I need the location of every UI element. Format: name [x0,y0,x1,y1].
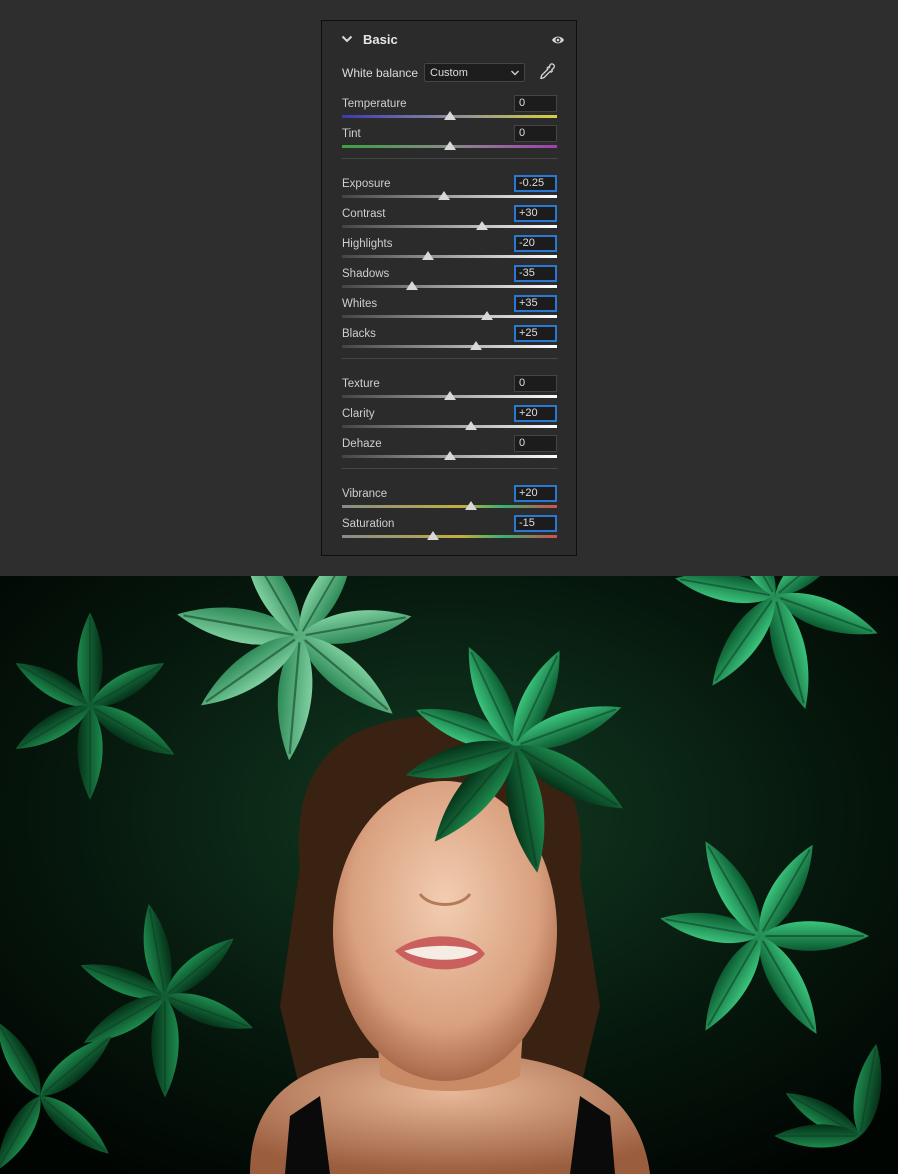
contrast-thumb[interactable] [475,221,488,230]
saturation-label: Saturation [342,518,395,530]
vibrance-value-input[interactable]: +20 [514,485,557,502]
exposure-thumb[interactable] [438,191,451,200]
saturation-thumb[interactable] [427,531,440,540]
highlights-thumb[interactable] [422,251,434,260]
chevron-down-icon[interactable] [340,32,354,46]
clarity-slider[interactable]: Clarity +20 [342,405,558,436]
highlights-track[interactable] [342,255,557,258]
texture-slider[interactable]: Texture 0 [342,375,558,406]
dehaze-slider[interactable]: Dehaze 0 [342,435,558,466]
blacks-thumb[interactable] [470,341,483,350]
tint-label: Tint [342,128,361,140]
contrast-label: Contrast [342,208,386,220]
exposure-label: Exposure [342,178,391,190]
contrast-track[interactable] [342,225,557,228]
section-divider [342,158,558,159]
highlights-label: Highlights [342,238,393,250]
whites-label: Whites [342,298,378,310]
contrast-value-input[interactable]: +30 [514,205,557,222]
dehaze-thumb[interactable] [443,451,456,460]
whites-slider[interactable]: Whites +35 [342,295,558,326]
texture-value-input[interactable]: 0 [514,375,557,392]
temperature-thumb[interactable] [443,111,456,120]
vibrance-track[interactable] [342,505,557,508]
temperature-label: Temperature [342,98,407,110]
eyedropper-icon[interactable] [537,62,557,82]
exposure-slider[interactable]: Exposure -0.25 [342,175,558,206]
white-balance-value: Custom [430,67,468,79]
basic-panel: Basic White balance Custom Temperature 0 T… [321,20,577,556]
blacks-value-input[interactable]: +25 [514,325,557,342]
shadows-slider[interactable]: Shadows -35 [342,265,558,296]
tint-slider[interactable]: Tint 0 [342,125,558,156]
section-divider [342,468,558,469]
tint-value-input[interactable]: 0 [514,125,557,142]
panel-title: Basic [363,32,398,47]
shadows-track[interactable] [342,285,557,288]
panel-header[interactable]: Basic [322,21,576,59]
texture-label: Texture [342,378,380,390]
shadows-thumb[interactable] [405,281,418,290]
chevron-down-icon [511,70,519,76]
clarity-value-input[interactable]: +20 [514,405,557,422]
saturation-value-input[interactable]: -15 [514,515,557,532]
preview-photo [0,576,898,1174]
blacks-slider[interactable]: Blacks +25 [342,325,558,356]
blacks-track[interactable] [342,345,557,348]
dehaze-label: Dehaze [342,438,382,450]
highlights-value-input[interactable]: -20 [514,235,557,252]
temperature-slider[interactable]: Temperature 0 [342,95,558,126]
whites-thumb[interactable] [481,311,494,320]
tint-thumb[interactable] [443,141,456,150]
shadows-value-input[interactable]: -35 [514,265,557,282]
shadows-label: Shadows [342,268,390,280]
eye-icon[interactable] [551,33,565,47]
blacks-label: Blacks [342,328,376,340]
texture-thumb[interactable] [443,391,456,400]
photo-image [0,576,898,1174]
white-balance-select[interactable]: Custom [424,63,525,82]
vibrance-thumb[interactable] [465,501,477,510]
temperature-value-input[interactable]: 0 [514,95,557,112]
section-divider [342,358,558,359]
white-balance-label: White balance [342,66,419,80]
highlights-slider[interactable]: Highlights -20 [342,235,558,266]
clarity-thumb[interactable] [465,421,477,430]
clarity-track[interactable] [342,425,557,428]
clarity-label: Clarity [342,408,375,420]
vibrance-label: Vibrance [342,488,388,500]
contrast-slider[interactable]: Contrast +30 [342,205,558,236]
exposure-value-input[interactable]: -0.25 [514,175,557,192]
whites-value-input[interactable]: +35 [514,295,557,312]
saturation-track[interactable] [342,535,557,538]
vibrance-slider[interactable]: Vibrance +20 [342,485,558,516]
whites-track[interactable] [342,315,557,318]
saturation-slider[interactable]: Saturation -15 [342,515,558,546]
dehaze-value-input[interactable]: 0 [514,435,557,452]
